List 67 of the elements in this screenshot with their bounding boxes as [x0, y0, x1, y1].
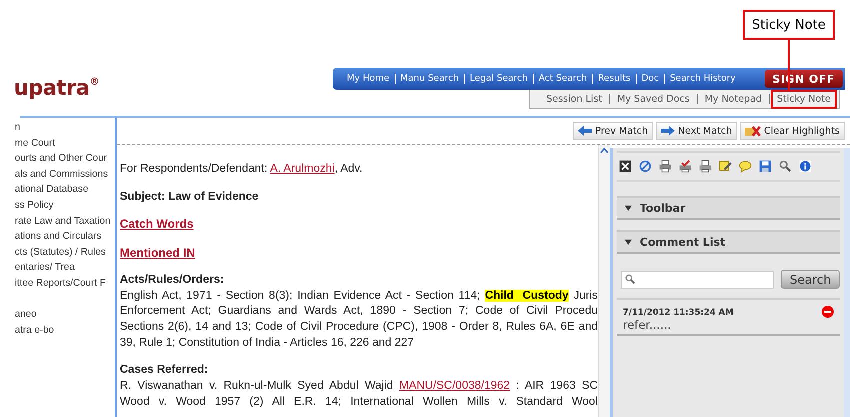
search-icon[interactable]: [779, 160, 792, 173]
section-header[interactable]: Toolbar: [617, 196, 840, 220]
sidebar-link[interactable]: ational Database: [15, 184, 89, 196]
nav-link[interactable]: Search History: [670, 74, 736, 84]
printer-icon[interactable]: [659, 160, 672, 173]
section-title: Comment List: [640, 236, 726, 248]
printer-icon[interactable]: [699, 160, 712, 173]
subject-heading: Subject: Law of Evidence: [120, 190, 260, 205]
nav-link[interactable]: Doc: [642, 74, 660, 84]
speech-bubble-icon[interactable]: [739, 160, 752, 173]
sidebar-link[interactable]: me Court: [15, 138, 56, 149]
sidebar-link[interactable]: cts (Statutes) / Rules: [15, 246, 106, 258]
sidebar-link[interactable]: entaries/ Trea: [15, 262, 75, 274]
logo-text: upatra$^{®}$: [14, 76, 100, 102]
sidebar-link[interactable]: atra e-bo: [15, 324, 54, 336]
arrow-left-icon: [578, 126, 592, 136]
comment-item[interactable]: 7/11/2012 11:35:24 AM refer......: [617, 298, 840, 336]
scroll-up-icon[interactable]: [600, 147, 609, 156]
highlighter-x-icon: [745, 125, 762, 137]
section-link[interactable]: Mentioned IN: [120, 246, 196, 260]
cases-text: R. Viswanathan v. Rukn-ul-Mulk Syed Abdul Wajid MANU/SC/0038/1962 : AIR 1963 SC Wood v. Wood 1957 (2) All E.R. 14; International Wollen Mills v. Standard Wool: [120, 379, 598, 410]
citation-link[interactable]: MANU/SC/0038/1962: [399, 380, 510, 392]
subnav-link[interactable]: Sticky Note: [773, 92, 835, 106]
search-button[interactable]: Search: [781, 270, 840, 289]
info-icon[interactable]: [799, 160, 812, 173]
save-icon[interactable]: [759, 160, 772, 173]
close-icon[interactable]: [619, 160, 632, 173]
callout-label: Sticky Note: [743, 10, 835, 40]
note-pencil-icon[interactable]: [719, 160, 732, 173]
printer-check-icon[interactable]: [679, 160, 692, 173]
nav-link[interactable]: Manu Search: [400, 74, 460, 84]
sidebar-link[interactable]: ittee Reports/Court F: [15, 278, 106, 289]
subnav-link[interactable]: My Saved Docs: [613, 92, 694, 106]
nav-link[interactable]: My Home: [347, 74, 390, 84]
comment-time: 7/11/2012 11:35:24 AM: [623, 308, 734, 318]
sidebar-link[interactable]: als and Commissions: [15, 168, 108, 180]
comment-text: refer......: [623, 318, 672, 332]
sidebar-link[interactable]: ss Policy: [15, 200, 54, 211]
prev-match-button[interactable]: Prev Match: [573, 122, 654, 140]
sidebar-link[interactable]: ourts and Other Cour: [15, 153, 108, 164]
nav-link[interactable]: Act Search: [538, 74, 588, 84]
nav-link[interactable]: Legal Search: [470, 74, 528, 84]
section-title: Toolbar: [640, 202, 686, 214]
next-match-button[interactable]: Next Match: [656, 122, 738, 140]
acts-text: English Act, 1971 - Section 8(3); Indian Evidence Act - Section 114; Child Custody Juris Enforcement Act; Guardians and Wards Act, 1890 - Section 7; Code of Civil Procedu Sections 2(6), 14 and 13; Code of Civil Procedure (CPC), 1908 - Order 8, Rules 6A, 6E and 39, Rule 1; Constitution of India - Articles 16, 226 and 227: [120, 288, 598, 351]
subnav-link[interactable]: My Notepad: [700, 92, 766, 106]
respondents-text: For Respondents/Defendant: A. Arulmozhi, Adv.: [120, 162, 364, 177]
search-icon: [625, 274, 636, 285]
leader-line: [788, 38, 790, 91]
arrow-right-icon: [661, 126, 676, 136]
sidebar-link[interactable]: ations and Circulars: [15, 231, 102, 242]
advocate-link[interactable]: A. Arulmozhi: [270, 163, 335, 175]
nav-link[interactable]: Results: [598, 74, 631, 84]
section-header[interactable]: Comment List: [617, 230, 840, 254]
cases-heading: Cases Referred:: [120, 363, 210, 378]
block-icon[interactable]: [639, 160, 652, 173]
section-link[interactable]: Catch Words: [120, 217, 194, 232]
delete-icon[interactable]: [822, 306, 834, 318]
acts-heading: Acts/Rules/Orders:: [120, 272, 226, 288]
search-field[interactable]: [621, 270, 774, 288]
sidebar-link[interactable]: aneo: [15, 309, 37, 320]
scrollbar[interactable]: [598, 145, 610, 417]
subnav-link[interactable]: Session List: [542, 92, 606, 106]
sidebar-link[interactable]: rate Law and Taxation: [15, 216, 111, 227]
scrollbar[interactable]: [844, 148, 850, 417]
clear-match-button[interactable]: Clear Highlights: [740, 122, 845, 140]
sidebar-link[interactable]: n: [15, 122, 20, 133]
